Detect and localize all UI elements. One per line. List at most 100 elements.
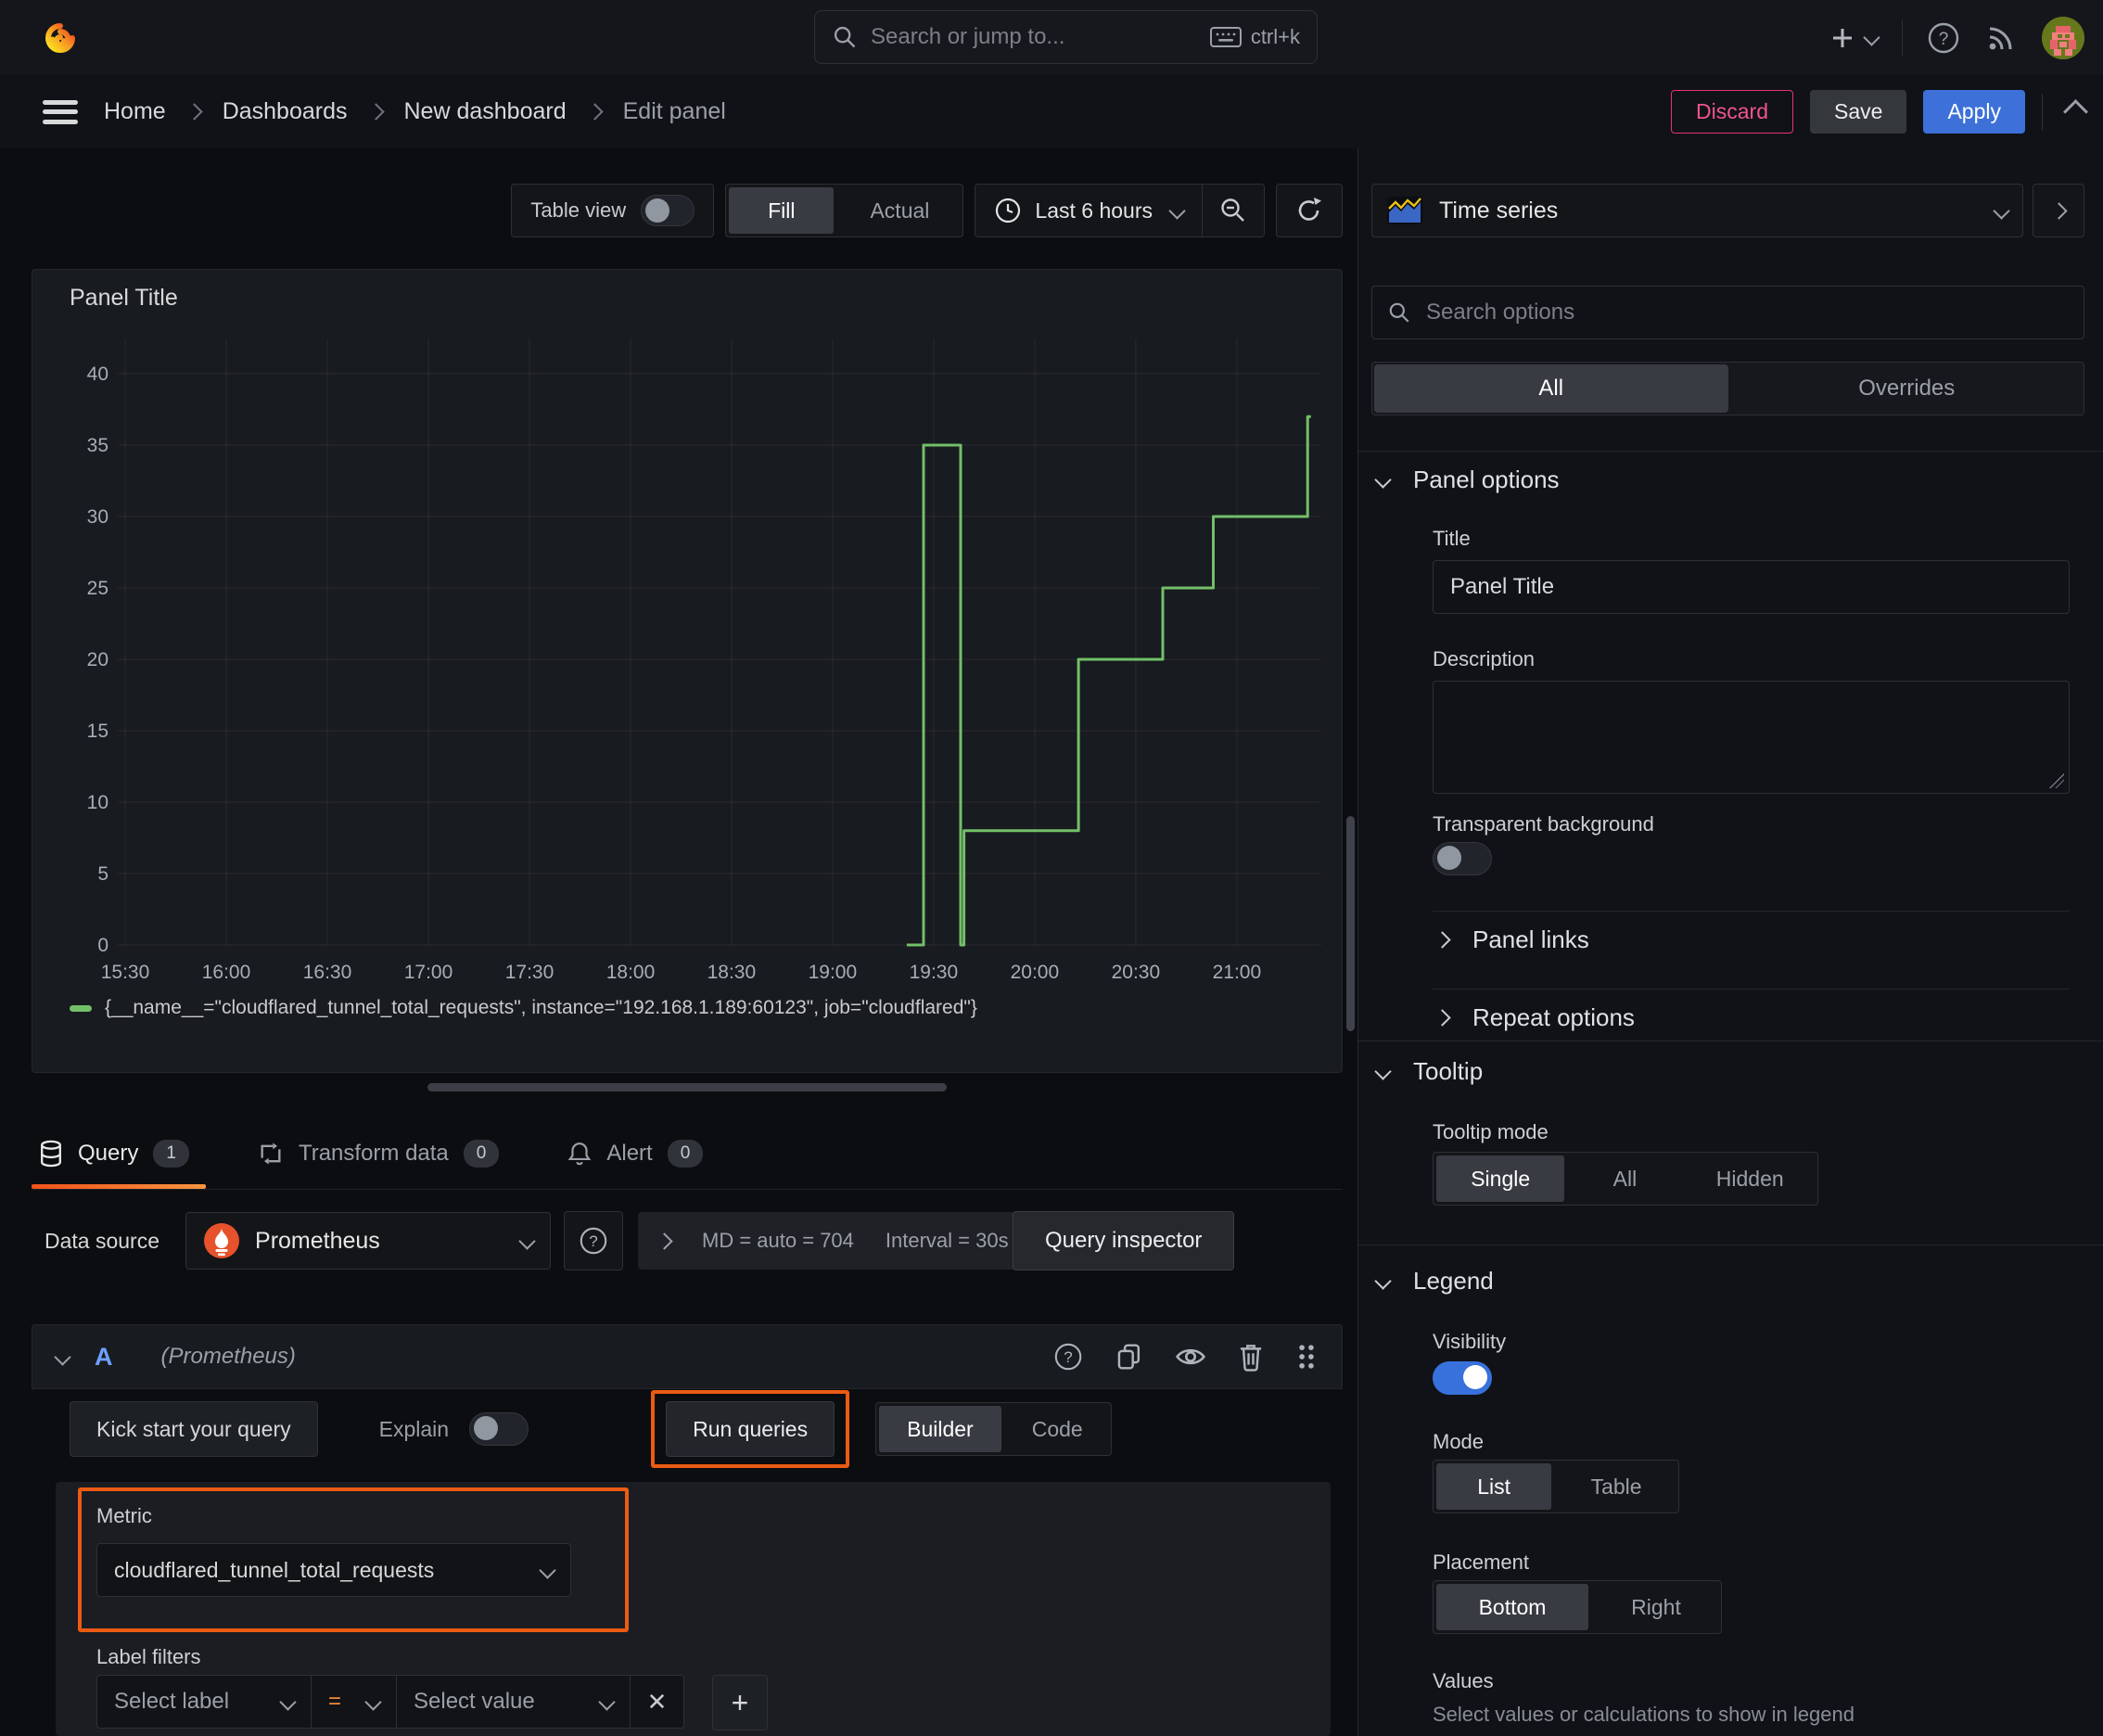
chevron-right-icon[interactable] bbox=[656, 1232, 673, 1250]
svg-text:35: 35 bbox=[87, 435, 108, 456]
svg-text:19:00: 19:00 bbox=[809, 962, 858, 983]
visualization-picker[interactable]: Time series bbox=[1371, 184, 2023, 237]
tab-alert[interactable]: Alert 0 bbox=[567, 1117, 704, 1189]
tooltip-all-option[interactable]: All bbox=[1567, 1153, 1682, 1205]
chevron-down-icon bbox=[1993, 201, 2010, 220]
scrollbar-thumb[interactable] bbox=[1346, 816, 1355, 1031]
description-textarea[interactable] bbox=[1433, 681, 2070, 794]
search-shortcut: ctrl+k bbox=[1209, 25, 1300, 49]
svg-text:0: 0 bbox=[97, 935, 108, 956]
chevron-right-icon bbox=[366, 103, 385, 121]
datasource-picker[interactable]: Prometheus bbox=[185, 1212, 552, 1270]
code-option[interactable]: Code bbox=[1004, 1403, 1111, 1455]
repeat-options-section-header[interactable]: Repeat options bbox=[1434, 1003, 1635, 1032]
series-color-swatch bbox=[70, 1004, 92, 1012]
legend-table-option[interactable]: Table bbox=[1554, 1461, 1678, 1513]
collapse-query-icon[interactable] bbox=[54, 1347, 71, 1366]
chevron-right-icon bbox=[1434, 931, 1451, 949]
disable-query-eye-icon[interactable] bbox=[1175, 1343, 1206, 1371]
svg-text:30: 30 bbox=[87, 506, 108, 528]
delete-query-trash-icon[interactable] bbox=[1238, 1342, 1264, 1372]
menu-toggle-button[interactable] bbox=[43, 99, 78, 124]
time-range-picker[interactable]: Last 6 hours bbox=[975, 197, 1202, 224]
legend-placement-segmented: Bottom Right bbox=[1433, 1580, 1722, 1634]
panel-title-input[interactable]: Panel Title bbox=[1433, 560, 2070, 614]
discard-button[interactable]: Discard bbox=[1671, 90, 1794, 134]
explain-toggle[interactable] bbox=[469, 1412, 529, 1446]
tooltip-single-option[interactable]: Single bbox=[1436, 1155, 1565, 1202]
remove-filter-button[interactable]: ✕ bbox=[631, 1675, 684, 1729]
select-value-dropdown[interactable]: Select value bbox=[397, 1675, 631, 1729]
datasource-help-button[interactable]: ? bbox=[564, 1211, 624, 1270]
run-queries-button[interactable]: Run queries bbox=[666, 1401, 835, 1457]
tooltip-hidden-option[interactable]: Hidden bbox=[1683, 1153, 1818, 1205]
datasource-value: Prometheus bbox=[255, 1227, 380, 1254]
news-signal-button[interactable] bbox=[1984, 21, 2018, 55]
placement-bottom-option[interactable]: Bottom bbox=[1436, 1584, 1588, 1630]
viz-suggestions-button[interactable] bbox=[2033, 184, 2084, 237]
add-new-button[interactable] bbox=[1829, 24, 1880, 52]
tab-query[interactable]: Query 1 bbox=[32, 1117, 206, 1189]
chevron-down-icon bbox=[1374, 1272, 1392, 1290]
apply-button[interactable]: Apply bbox=[1923, 90, 2025, 134]
metric-label: Metric bbox=[96, 1504, 152, 1527]
datasource-label: Data source bbox=[45, 1228, 160, 1253]
query-help-icon[interactable]: ? bbox=[1052, 1341, 1084, 1372]
user-avatar[interactable] bbox=[2042, 16, 2084, 59]
fill-option[interactable]: Fill bbox=[729, 187, 835, 234]
timeseries-chart[interactable]: 0 5 10 15 20 25 30 35 40 15:30 16:00 16:30 17:00 17:3… bbox=[51, 322, 1325, 986]
tooltip-section-header[interactable]: Tooltip bbox=[1374, 1057, 1483, 1086]
global-search-input[interactable]: Search or jump to... ctrl+k bbox=[814, 10, 1318, 64]
builder-option[interactable]: Builder bbox=[879, 1406, 1001, 1452]
actual-option[interactable]: Actual bbox=[836, 185, 962, 236]
panel-links-section-header[interactable]: Panel links bbox=[1434, 925, 1589, 954]
add-filter-button[interactable]: + bbox=[712, 1675, 768, 1730]
search-icon bbox=[834, 26, 856, 48]
query-stats: MD = auto = 704 Interval = 30s bbox=[638, 1212, 1047, 1270]
grafana-logo-icon[interactable] bbox=[35, 15, 82, 61]
options-search-input[interactable]: Search options bbox=[1371, 286, 2084, 339]
avatar-pixel-icon bbox=[2042, 16, 2084, 59]
tab-transform-data[interactable]: Transform data 0 bbox=[258, 1117, 500, 1189]
refresh-button[interactable] bbox=[1276, 184, 1343, 237]
bell-icon bbox=[568, 1142, 592, 1165]
transparent-background-toggle[interactable] bbox=[1433, 842, 1492, 875]
collapse-options-button[interactable] bbox=[2063, 99, 2088, 124]
chevron-down-icon bbox=[518, 1232, 536, 1250]
legend-list-option[interactable]: List bbox=[1436, 1463, 1552, 1510]
breadcrumb-home[interactable]: Home bbox=[104, 98, 166, 125]
zoom-out-button[interactable] bbox=[1202, 185, 1264, 236]
transform-count-badge: 0 bbox=[463, 1139, 500, 1168]
title-label: Title bbox=[1433, 527, 1471, 550]
kick-start-query-button[interactable]: Kick start your query bbox=[70, 1401, 318, 1457]
save-button[interactable]: Save bbox=[1810, 90, 1907, 134]
pane-resize-handle[interactable] bbox=[427, 1083, 947, 1091]
legend-visibility-toggle[interactable] bbox=[1433, 1361, 1492, 1395]
fill-actual-segmented: Fill Actual bbox=[725, 184, 964, 237]
chart-legend: {__name__="cloudflared_tunnel_total_requ… bbox=[70, 997, 977, 1019]
svg-text:?: ? bbox=[1939, 30, 1949, 49]
placement-right-option[interactable]: Right bbox=[1591, 1581, 1721, 1633]
svg-text:5: 5 bbox=[97, 863, 108, 885]
query-builder-editor: Metric cloudflared_tunnel_total_requests… bbox=[56, 1482, 1331, 1736]
query-row-header[interactable]: A (Prometheus) ? bbox=[32, 1324, 1343, 1389]
chevron-right-icon bbox=[2049, 201, 2068, 220]
operator-dropdown[interactable]: = bbox=[312, 1675, 397, 1729]
drag-handle-grip-icon[interactable] bbox=[1295, 1342, 1318, 1372]
series-label[interactable]: {__name__="cloudflared_tunnel_total_requ… bbox=[105, 997, 977, 1019]
metric-select[interactable]: cloudflared_tunnel_total_requests bbox=[96, 1543, 571, 1597]
query-inspector-button[interactable]: Query inspector bbox=[1013, 1211, 1235, 1270]
help-button[interactable]: ? bbox=[1927, 21, 1960, 55]
query-count-badge: 1 bbox=[153, 1139, 189, 1168]
breadcrumb-dashboards[interactable]: Dashboards bbox=[223, 98, 348, 125]
tab-overrides[interactable]: Overrides bbox=[1730, 363, 2084, 415]
tab-all[interactable]: All bbox=[1374, 364, 1728, 413]
legend-section-header[interactable]: Legend bbox=[1374, 1267, 1494, 1296]
resize-corner-icon[interactable] bbox=[2049, 773, 2064, 788]
select-label-dropdown[interactable]: Select label bbox=[96, 1675, 312, 1729]
panel-options-section-header[interactable]: Panel options bbox=[1374, 466, 1560, 494]
panel-preview: Panel Title 0 5 10 15 20 25 30 35 40 15:30 16:00 16… bbox=[32, 269, 1343, 1073]
duplicate-query-icon[interactable] bbox=[1115, 1342, 1143, 1372]
table-view-toggle[interactable] bbox=[641, 195, 695, 226]
breadcrumb-new-dashboard[interactable]: New dashboard bbox=[404, 98, 567, 125]
